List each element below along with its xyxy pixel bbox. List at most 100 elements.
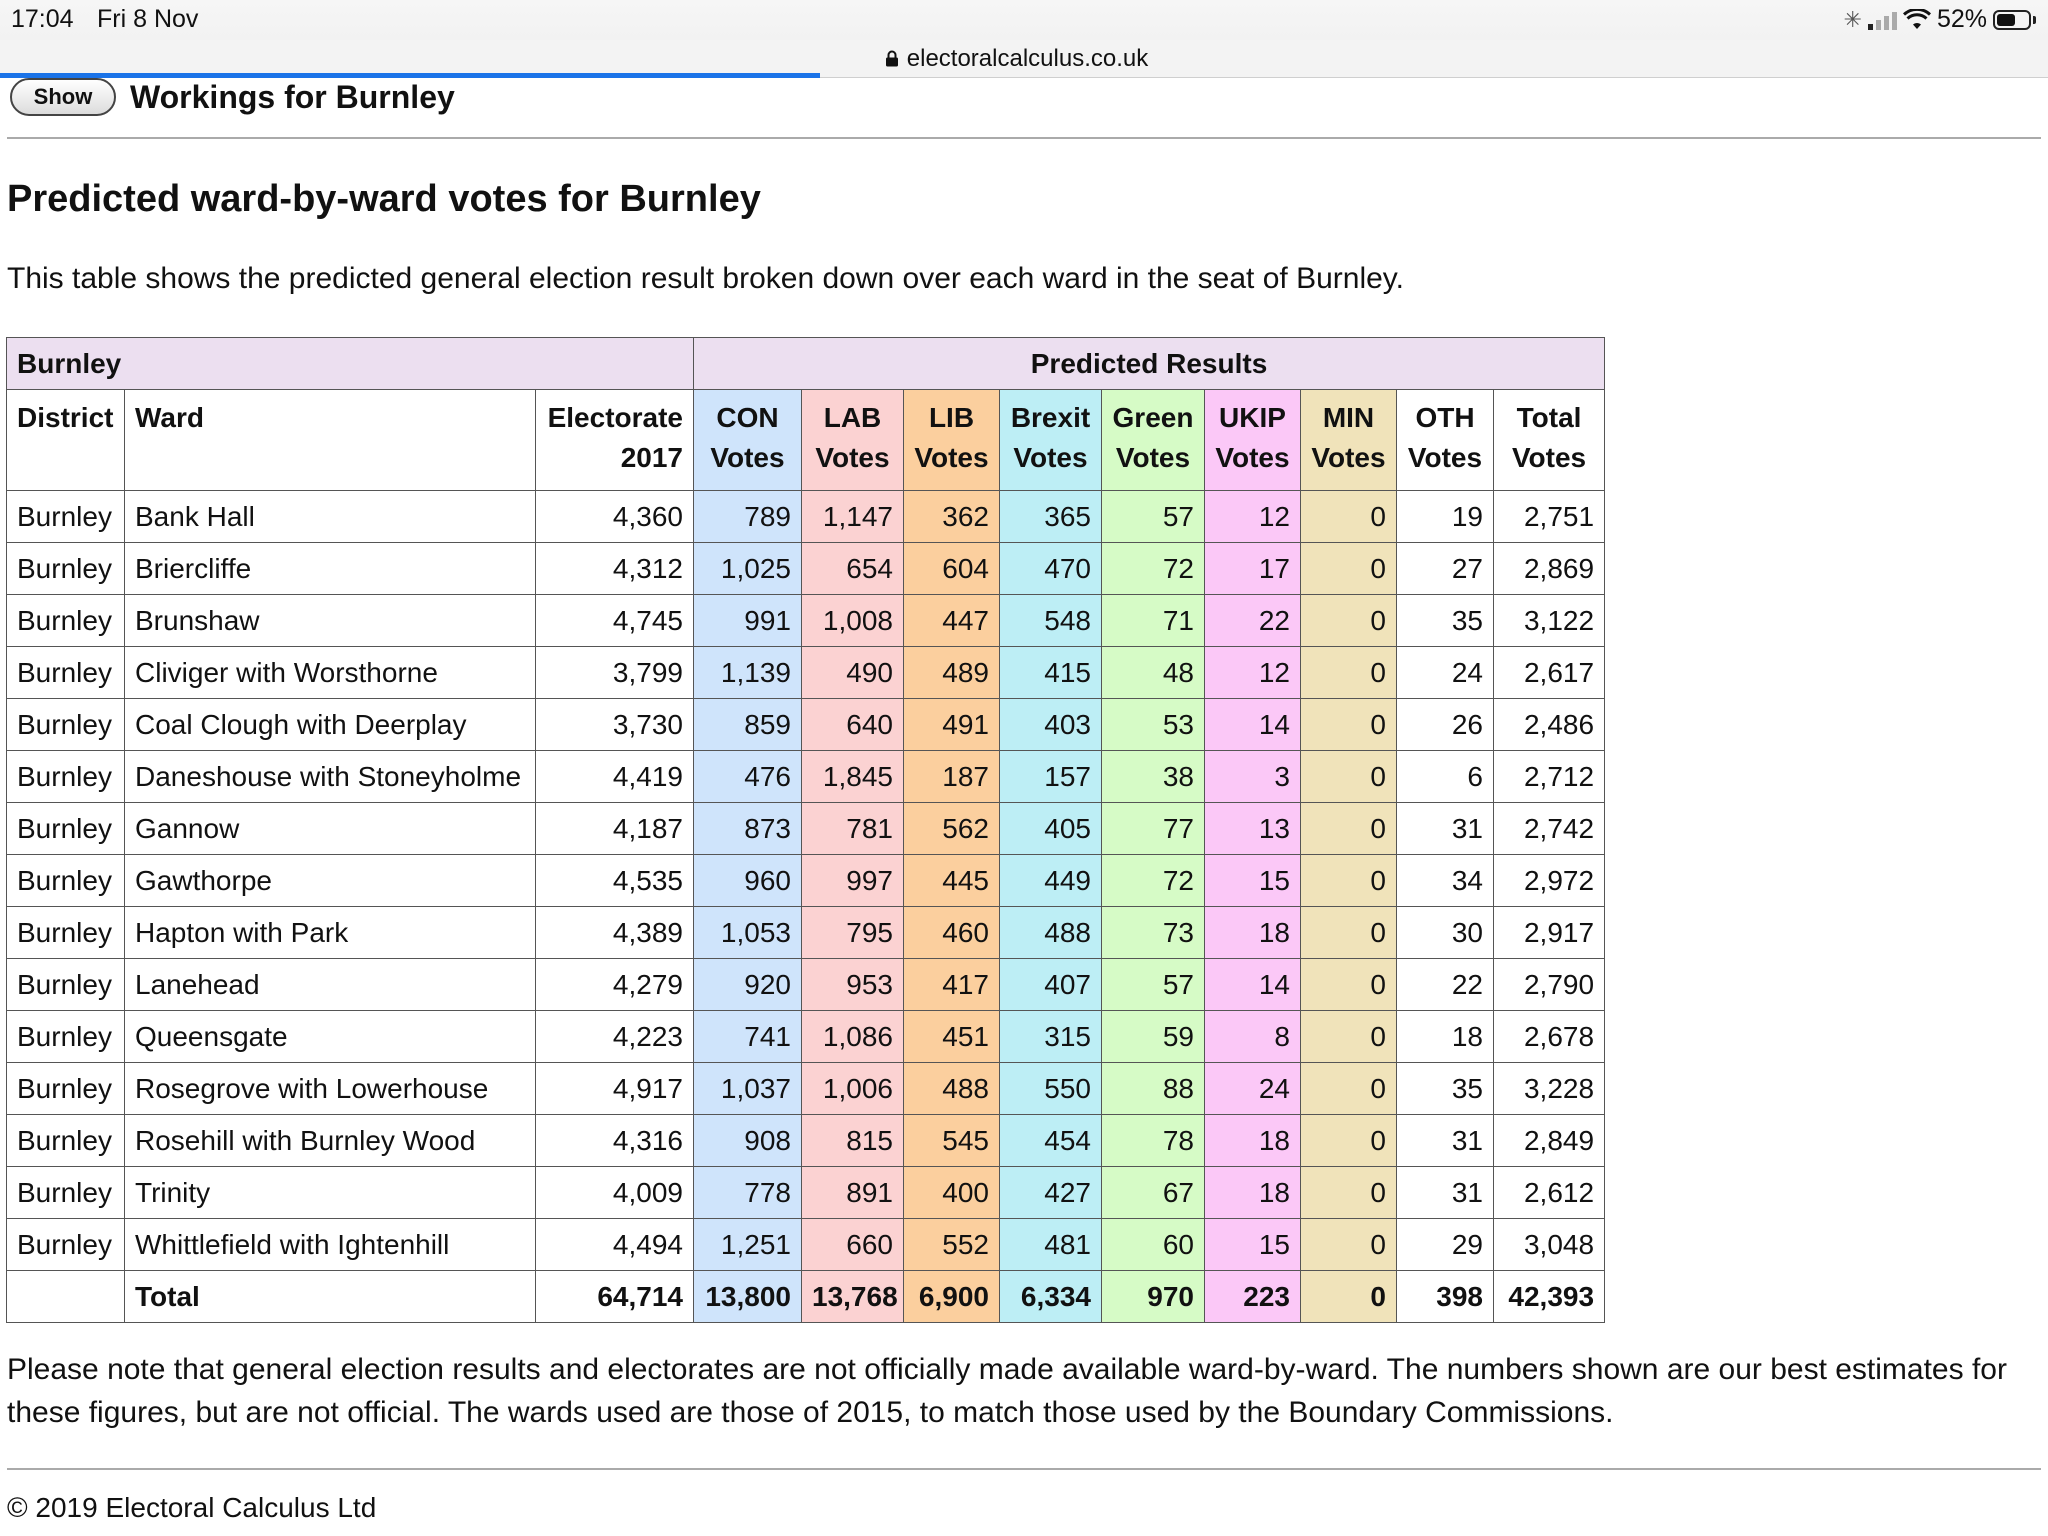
cell-lab: 891 — [801, 1166, 904, 1219]
cell-green: 38 — [1101, 750, 1205, 803]
cell-lib: 362 — [903, 490, 1000, 543]
cell-lab: 654 — [801, 542, 904, 595]
table-group-header: Burnley Predicted Results — [6, 337, 1606, 390]
cell-ukip: 22 — [1204, 594, 1301, 647]
battery-percent: 52% — [1936, 5, 1987, 33]
cell-district: Burnley — [6, 802, 125, 855]
cell-district: Burnley — [6, 1062, 125, 1115]
cell-con: 1,251 — [693, 1218, 802, 1271]
cell-min: 0 — [1300, 1062, 1397, 1115]
cell-electorate: 4,360 — [535, 490, 694, 543]
cell-electorate: 4,316 — [535, 1114, 694, 1167]
cell-electorate: 4,419 — [535, 750, 694, 803]
cell-lib: 447 — [903, 594, 1000, 647]
cell-brexit: 449 — [999, 854, 1102, 907]
cell-min: 0 — [1300, 1270, 1397, 1323]
cell-total: 42,393 — [1492, 1270, 1606, 1323]
cell-con: 1,139 — [693, 646, 802, 699]
cell-ukip: 8 — [1204, 1010, 1301, 1063]
cell-green: 57 — [1101, 958, 1205, 1011]
cell-ukip: 223 — [1204, 1270, 1301, 1323]
cell-min: 0 — [1300, 1166, 1397, 1219]
table-column-header: District Ward Electorate 2017 CON Votes LA… — [6, 389, 1606, 491]
cell-electorate: 3,799 — [535, 646, 694, 699]
cell-district: Burnley — [6, 698, 125, 751]
cell-oth: 31 — [1396, 1114, 1494, 1167]
cell-brexit: 548 — [999, 594, 1102, 647]
cell-green: 53 — [1101, 698, 1205, 751]
cell-district: Burnley — [6, 1114, 125, 1167]
cell-oth: 19 — [1396, 490, 1494, 543]
cell-total: 2,617 — [1492, 646, 1606, 699]
col-header-ward: Ward — [124, 389, 536, 491]
cell-signal-icon — [1867, 10, 1897, 30]
cell-ukip: 24 — [1204, 1062, 1301, 1115]
cell-ward: Daneshouse with Stoneyholme — [124, 750, 536, 803]
cell-lib: 604 — [903, 542, 1000, 595]
cell-green: 970 — [1101, 1270, 1205, 1323]
cell-lib: 460 — [903, 906, 1000, 959]
cell-ukip: 15 — [1204, 854, 1301, 907]
cell-green: 78 — [1101, 1114, 1205, 1167]
cell-ukip: 3 — [1204, 750, 1301, 803]
cell-brexit: 470 — [999, 542, 1102, 595]
cell-green: 48 — [1101, 646, 1205, 699]
group-header-predicted-results: Predicted Results — [692, 337, 1606, 390]
cell-lab: 1,086 — [801, 1010, 904, 1063]
cell-green: 72 — [1101, 854, 1205, 907]
cell-total: 2,742 — [1492, 802, 1606, 855]
table-row: Burnley Daneshouse with Stoneyholme 4,419 4… — [6, 750, 1606, 803]
cell-ukip: 15 — [1204, 1218, 1301, 1271]
cell-brexit: 550 — [999, 1062, 1102, 1115]
cell-total: 2,869 — [1492, 542, 1606, 595]
cell-lib: 552 — [903, 1218, 1000, 1271]
cell-ukip: 12 — [1204, 490, 1301, 543]
cell-ward: Coal Clough with Deerplay — [124, 698, 536, 751]
cell-total: 2,612 — [1492, 1166, 1606, 1219]
ward-results-table: Burnley Predicted Results District Ward … — [6, 337, 1606, 1323]
activity-spinner-icon: ✳ — [1843, 6, 1862, 32]
status-time: 17:04 — [11, 5, 74, 33]
cell-ukip: 12 — [1204, 646, 1301, 699]
cell-ward: Hapton with Park — [124, 906, 536, 959]
cell-green: 72 — [1101, 542, 1205, 595]
table-row: Burnley Rosehill with Burnley Wood 4,316 90… — [6, 1114, 1606, 1167]
cell-lab: 1,147 — [801, 490, 904, 543]
cell-total: 3,228 — [1492, 1062, 1606, 1115]
cell-lab: 953 — [801, 958, 904, 1011]
cell-lab: 13,768 — [801, 1270, 904, 1323]
cell-ukip: 14 — [1204, 698, 1301, 751]
cell-con: 873 — [693, 802, 802, 855]
table-row: Burnley Hapton with Park 4,389 1,053 795 460 4… — [6, 906, 1606, 959]
group-header-burnley: Burnley — [6, 337, 694, 390]
cell-con: 859 — [693, 698, 802, 751]
cell-green: 67 — [1101, 1166, 1205, 1219]
table-row: Burnley Briercliffe 4,312 1,025 654 604 470 72 1… — [6, 542, 1606, 595]
cell-ukip: 18 — [1204, 1114, 1301, 1167]
show-workings-button[interactable]: Show — [10, 78, 116, 116]
cell-ward: Brunshaw — [124, 594, 536, 647]
cell-total: 2,972 — [1492, 854, 1606, 907]
cell-oth: 398 — [1396, 1270, 1494, 1323]
cell-oth: 31 — [1396, 1166, 1494, 1219]
cell-ward: Trinity — [124, 1166, 536, 1219]
cell-brexit: 403 — [999, 698, 1102, 751]
cell-oth: 18 — [1396, 1010, 1494, 1063]
cell-min: 0 — [1300, 646, 1397, 699]
cell-ward: Queensgate — [124, 1010, 536, 1063]
cell-lib: 445 — [903, 854, 1000, 907]
cell-brexit: 315 — [999, 1010, 1102, 1063]
cell-electorate: 4,223 — [535, 1010, 694, 1063]
cell-brexit: 157 — [999, 750, 1102, 803]
cell-lib: 491 — [903, 698, 1000, 751]
cell-electorate: 4,187 — [535, 802, 694, 855]
cell-district: Burnley — [6, 594, 125, 647]
workings-title: Workings for Burnley — [130, 78, 455, 115]
status-bar: 17:04 Fri 8 Nov ✳ 52% — [0, 0, 2048, 40]
table-body: Burnley Bank Hall 4,360 789 1,147 362 365 57 12 0… — [6, 490, 1606, 1323]
status-indicators: ✳ 52% — [1844, 5, 2036, 34]
col-header-brexit: Brexit Votes — [999, 389, 1102, 491]
cell-brexit: 405 — [999, 802, 1102, 855]
cell-min: 0 — [1300, 542, 1397, 595]
cell-lib: 562 — [903, 802, 1000, 855]
